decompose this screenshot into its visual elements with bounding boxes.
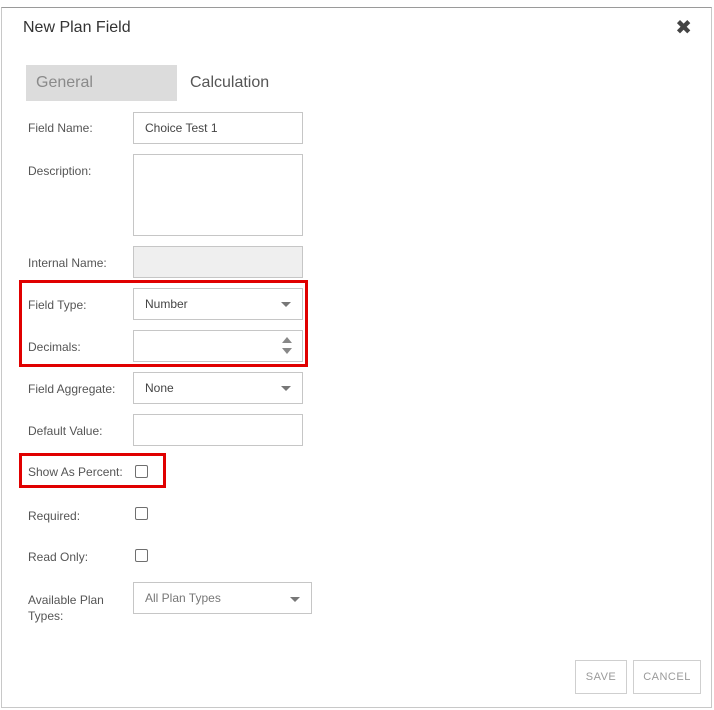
default-value-label: Default Value:: [28, 424, 103, 438]
field-name-label: Field Name:: [28, 121, 93, 135]
close-icon[interactable]: ✖: [675, 18, 692, 38]
read-only-checkbox[interactable]: [135, 549, 148, 562]
cancel-button[interactable]: CANCEL: [633, 660, 701, 694]
description-label: Description:: [28, 164, 92, 178]
default-value-input[interactable]: [133, 414, 303, 446]
field-name-input[interactable]: Choice Test 1: [133, 112, 303, 144]
required-label: Required:: [28, 509, 81, 523]
internal-name-input: [133, 246, 303, 278]
chevron-down-icon: [281, 386, 291, 391]
field-aggregate-select[interactable]: None: [133, 372, 303, 404]
highlight-show-as-percent: [19, 453, 166, 488]
internal-name-label: Internal Name:: [28, 256, 107, 270]
new-plan-field-dialog: New Plan Field ✖ General Calculation Fie…: [1, 7, 712, 708]
required-checkbox[interactable]: [135, 507, 148, 520]
save-button[interactable]: SAVE: [575, 660, 627, 694]
description-textarea[interactable]: [133, 154, 303, 236]
read-only-label: Read Only:: [28, 550, 89, 564]
available-plan-types-label: Available Plan Types:: [28, 592, 104, 624]
tab-calculation[interactable]: Calculation: [190, 65, 300, 101]
field-aggregate-value: None: [145, 381, 174, 395]
field-aggregate-label: Field Aggregate:: [28, 382, 116, 396]
available-plan-types-value: All Plan Types: [145, 591, 221, 605]
dialog-title: New Plan Field: [23, 19, 131, 36]
available-plan-types-select[interactable]: All Plan Types: [133, 582, 312, 614]
highlight-field-type-decimals: [19, 280, 308, 367]
available-plan-types-label-line1: Available Plan: [28, 593, 104, 607]
tab-general[interactable]: General: [26, 65, 177, 101]
chevron-down-icon: [290, 597, 300, 602]
available-plan-types-label-line2: Types:: [28, 609, 64, 623]
